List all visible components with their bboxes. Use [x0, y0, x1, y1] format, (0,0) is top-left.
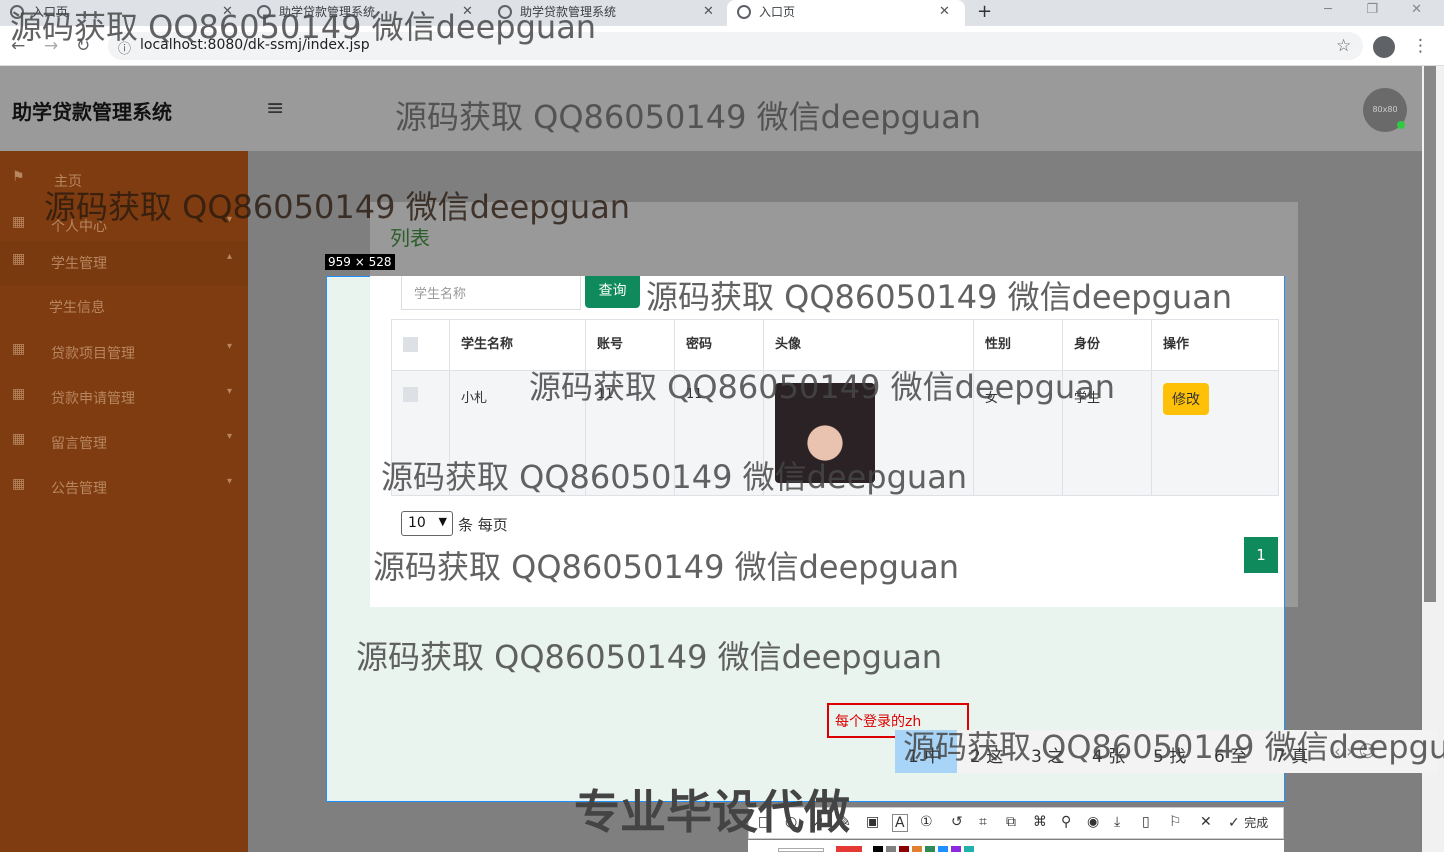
caret-down-icon: ▾ — [227, 341, 233, 352]
close-window-icon[interactable]: ✕ — [1411, 2, 1422, 17]
color-swatch[interactable] — [873, 846, 883, 852]
color-swatch[interactable] — [964, 846, 974, 852]
grid-icon: ▦ — [12, 431, 26, 447]
color-swatch[interactable] — [886, 846, 896, 852]
caret-down-icon: ▾ — [227, 476, 233, 487]
color-swatch[interactable] — [836, 846, 862, 852]
color-swatch[interactable] — [925, 846, 935, 852]
color-swatch[interactable] — [912, 846, 922, 852]
bookmark-icon[interactable]: ⚐ — [1169, 814, 1182, 830]
restore-icon[interactable]: ❐ — [1366, 2, 1378, 17]
watermark: 源码获取 QQ86050149 微信deepguan — [356, 638, 943, 676]
caret-down-icon: ▾ — [227, 386, 233, 397]
watermark: 源码获取 QQ86050149 微信deepguan — [373, 548, 960, 586]
check-icon: ✓ — [1228, 815, 1240, 831]
phone-icon[interactable]: ▯ — [1142, 814, 1150, 830]
watermark: 源码获取 QQ86050149 微信deepguan — [903, 728, 1444, 766]
hamburger-icon[interactable]: ≡ — [266, 96, 284, 121]
close-icon[interactable]: ✕ — [939, 0, 950, 24]
sidebar-item-students[interactable]: ▦ 学生管理 ▴ — [0, 241, 248, 285]
sidebar-item-loan-projects[interactable]: ▦ 贷款项目管理 ▾ — [0, 331, 248, 375]
watermark: 源码获取 QQ86050149 微信deepguan — [10, 8, 597, 46]
grid-icon: ▦ — [12, 341, 26, 357]
profile-icon[interactable] — [1373, 36, 1395, 58]
page-size-select[interactable]: 10 ▼ — [401, 511, 453, 536]
record-icon[interactable]: ◉ — [1087, 814, 1099, 830]
watermark: 源码获取 QQ86050149 微信deepguan — [44, 188, 631, 226]
page-button-current[interactable]: 1 — [1244, 537, 1278, 573]
watermark: 源码获取 QQ86050149 微信deepguan — [395, 98, 982, 136]
watermark: 源码获取 QQ86050149 微信deepguan — [646, 278, 1233, 316]
number-tool-icon[interactable]: ① — [920, 814, 933, 830]
grid-icon: ▦ — [12, 251, 26, 267]
cancel-icon[interactable]: ✕ — [1200, 814, 1212, 830]
done-button[interactable]: ✓ 完成 — [1228, 814, 1268, 831]
translate-icon[interactable]: ⧉ — [1006, 814, 1016, 830]
minimize-icon[interactable]: ─ — [1324, 2, 1332, 17]
action-cell: 修改 — [1151, 370, 1279, 496]
caret-down-icon: ▾ — [227, 431, 233, 442]
stroke-size-box[interactable] — [778, 848, 824, 852]
color-swatch[interactable] — [951, 846, 961, 852]
row-checkbox[interactable] — [403, 387, 418, 402]
grid-icon: ▦ — [12, 214, 26, 230]
ocr-icon[interactable]: ⌘ — [1033, 814, 1047, 830]
flag-icon: ⚑ — [12, 169, 25, 185]
more-icon[interactable]: ⋮ — [1412, 36, 1429, 56]
edit-button[interactable]: 修改 — [1163, 383, 1209, 415]
search-input[interactable]: 学生名称 — [401, 276, 581, 310]
sidebar-item-announcements[interactable]: ▦ 公告管理 ▾ — [0, 466, 248, 510]
color-swatch[interactable] — [938, 846, 948, 852]
chevron-down-icon: ▼ — [438, 515, 447, 528]
text-tool-icon[interactable]: A — [892, 814, 908, 832]
grid-icon: ▦ — [12, 476, 26, 492]
online-status-dot — [1397, 121, 1405, 129]
scrollbar-thumb[interactable] — [1424, 66, 1436, 602]
download-icon[interactable]: ⤓ — [1114, 814, 1120, 830]
select-all-cell — [391, 319, 450, 371]
watermark: 源码获取 QQ86050149 微信deepguan — [381, 458, 968, 496]
sidebar-subitem-student-info[interactable]: 学生信息 — [0, 285, 248, 329]
app-brand: 助学贷款管理系统 — [12, 100, 172, 124]
new-tab-button[interactable]: + — [977, 1, 992, 22]
page-size-label: 条 每页 — [458, 516, 508, 534]
undo-icon[interactable]: ↺ — [951, 814, 963, 830]
caret-up-icon: ▴ — [227, 251, 233, 262]
browser-tab-active[interactable]: 入口页 ✕ — [727, 0, 965, 26]
sidebar-item-loan-applications[interactable]: ▦ 贷款申请管理 ▾ — [0, 376, 248, 420]
star-icon[interactable]: ☆ — [1336, 36, 1351, 56]
selection-size-label: 959 × 528 — [325, 254, 395, 270]
watermark: 源码获取 QQ86050149 微信deepguan — [529, 368, 1116, 406]
select-all-checkbox[interactable] — [403, 337, 418, 352]
scan-icon[interactable]: ⚲ — [1061, 814, 1071, 830]
grid-icon: ▦ — [12, 386, 26, 402]
globe-icon — [737, 5, 751, 19]
sidebar-item-messages[interactable]: ▦ 留言管理 ▾ — [0, 421, 248, 465]
query-button[interactable]: 查询 — [585, 276, 640, 308]
color-swatch[interactable] — [899, 846, 909, 852]
mosaic-tool-icon[interactable]: ▣ — [866, 814, 879, 830]
watermark-banner: 专业毕设代做 — [574, 785, 850, 839]
close-icon[interactable]: ✕ — [703, 0, 714, 24]
pin-icon[interactable]: ⌗ — [979, 814, 987, 830]
column-header: 操作 — [1151, 319, 1279, 371]
